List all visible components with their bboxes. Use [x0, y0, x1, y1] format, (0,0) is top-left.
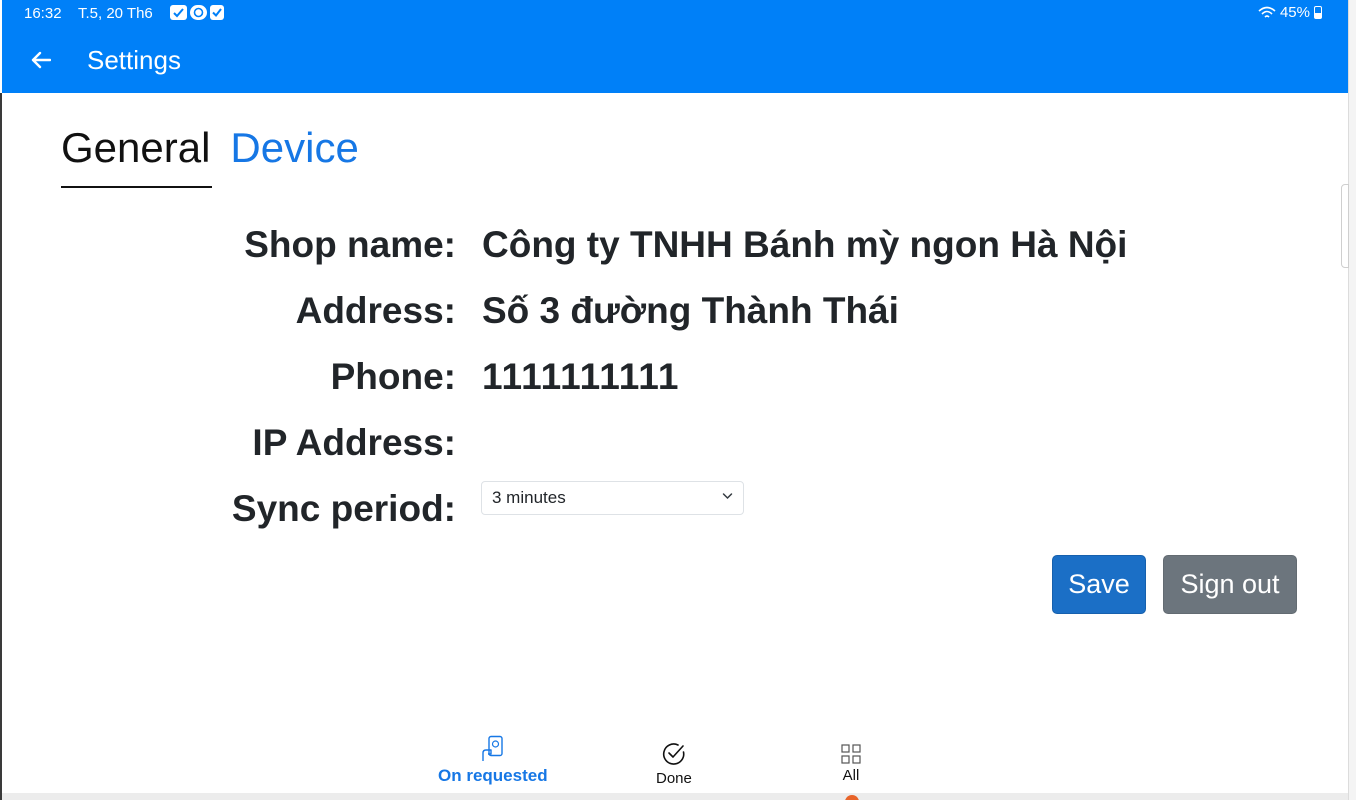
back-button[interactable]: [24, 43, 58, 77]
address-row: Address: Số 3 đường Thành Thái: [0, 281, 1340, 341]
address-label: Address:: [295, 290, 456, 331]
nav-label-all: All: [842, 767, 860, 784]
battery-percent: 45%: [1279, 4, 1310, 21]
chevron-down-icon: [722, 493, 733, 500]
nav-all[interactable]: All: [841, 735, 861, 784]
address-value: Số 3 đường Thành Thái: [482, 290, 899, 331]
sign-out-button[interactable]: Sign out: [1163, 555, 1297, 614]
ip-address-label: IP Address:: [252, 422, 456, 463]
phone-label: Phone:: [330, 356, 456, 397]
settings-tabs: General Device: [61, 118, 377, 188]
grid-icon: [841, 744, 861, 764]
phone-value: 1111111111: [482, 356, 680, 397]
phone-row: Phone: 1111111111: [0, 347, 1340, 407]
app-window: 16:32 T.5, 20 Th6 45% Settings General D…: [0, 0, 1356, 800]
battery-icon: [1314, 6, 1322, 19]
bottom-navigation: On requested Done All: [400, 735, 950, 793]
status-time: 16:32: [24, 5, 62, 22]
status-right: 45%: [1258, 4, 1322, 21]
arrow-left-icon: [31, 51, 51, 69]
save-button[interactable]: Save: [1052, 555, 1146, 614]
tab-general[interactable]: General: [61, 118, 213, 188]
app-header: 16:32 T.5, 20 Th6 45% Settings: [2, 0, 1348, 93]
sync-period-select[interactable]: 3 minutes: [481, 481, 744, 515]
sync-period-label: Sync period:: [231, 488, 456, 529]
nav-label-done: Done: [656, 770, 692, 787]
tab-device[interactable]: Device: [230, 118, 358, 186]
shop-name-value: Công ty TNHH Bánh mỳ ngon Hà Nội: [482, 224, 1128, 265]
nav-label-on-requested: On requested: [438, 766, 548, 785]
nav-on-requested[interactable]: On requested: [438, 735, 548, 786]
page-title: Settings: [87, 45, 181, 75]
notification-icons: [170, 5, 224, 20]
check-circle-icon: [662, 743, 685, 765]
window-right-border: [1348, 0, 1356, 800]
shop-name-row: Shop name: Công ty TNHH Bánh mỳ ngon Hà …: [0, 215, 1340, 275]
bottom-strip: [2, 793, 1348, 800]
chat-app-icon: [190, 5, 207, 20]
status-bar: 16:32 T.5, 20 Th6 45%: [2, 0, 1348, 28]
nav-done[interactable]: Done: [656, 735, 692, 787]
ip-address-row: IP Address:: [0, 413, 1340, 473]
sync-period-selected: 3 minutes: [492, 488, 566, 507]
edge-panel-handle[interactable]: [1341, 184, 1349, 268]
shop-name-label: Shop name:: [244, 224, 456, 265]
status-date: T.5, 20 Th6: [78, 5, 153, 22]
mail-check-icon: [170, 5, 187, 20]
hand-phone-icon: [482, 735, 503, 761]
wifi-icon: [1258, 6, 1276, 18]
checkbox-icon: [210, 5, 224, 20]
